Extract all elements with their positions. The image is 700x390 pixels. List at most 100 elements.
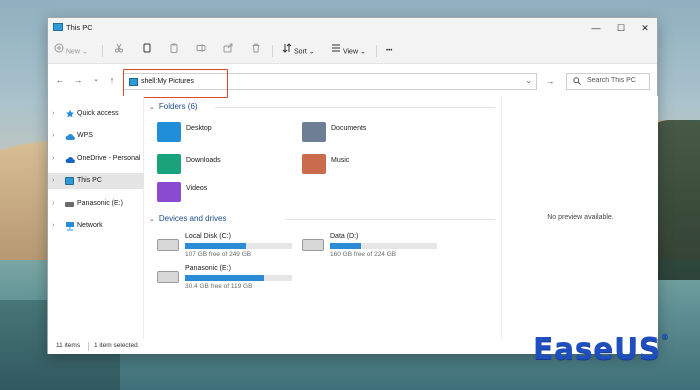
drive-free-space: 160 GB free of 224 GB bbox=[330, 251, 397, 258]
drives-section-header[interactable]: ⌄ Devices and drives bbox=[149, 214, 226, 223]
cut-button[interactable] bbox=[114, 43, 124, 59]
new-label: New bbox=[65, 48, 80, 56]
removable-drive-icon bbox=[157, 271, 179, 283]
paste-button[interactable] bbox=[169, 43, 179, 59]
sort-label: Sort bbox=[293, 48, 307, 56]
back-arrow-icon[interactable]: ← bbox=[54, 73, 66, 87]
drive-usage-bar bbox=[185, 275, 292, 281]
drives-section-title: Devices and drives bbox=[158, 214, 227, 223]
search-input[interactable] bbox=[587, 77, 647, 84]
folder-documents[interactable]: Documents bbox=[302, 122, 432, 144]
drive-usage-bar bbox=[330, 243, 437, 249]
folder-label: Music bbox=[331, 157, 350, 164]
sidebar-item-this-pc[interactable]: › This PC bbox=[48, 173, 144, 189]
drive-c[interactable]: Local Disk (C:) 107 GB free of 249 GB bbox=[157, 233, 297, 263]
sidebar-item-quick-access[interactable]: › Quick access bbox=[48, 106, 144, 122]
delete-button[interactable] bbox=[251, 43, 261, 59]
search-icon bbox=[573, 77, 581, 87]
folder-label: Desktop bbox=[186, 125, 212, 132]
highlight-annotation-box bbox=[123, 69, 228, 98]
sidebar-item-label: Panasonic (E:) bbox=[77, 200, 123, 207]
maximize-button[interactable]: ☐ bbox=[609, 20, 633, 36]
sort-button[interactable]: Sort ⌄ bbox=[282, 43, 315, 59]
new-button[interactable]: New ⌄ bbox=[54, 43, 88, 59]
more-options-button[interactable]: ••• bbox=[386, 43, 392, 59]
item-count: 11 items bbox=[56, 342, 81, 349]
drive-icon bbox=[65, 202, 74, 207]
sidebar-item-label: WPS bbox=[77, 132, 93, 139]
address-row: ← → ⌄ ↑ shell:My Pictures ⌄ → bbox=[48, 65, 657, 98]
sidebar-item-label: OneDrive - Personal bbox=[77, 155, 141, 162]
drive-label: Local Disk (C:) bbox=[185, 233, 231, 240]
go-arrow-icon[interactable]: → bbox=[543, 73, 557, 90]
share-button[interactable] bbox=[223, 43, 233, 59]
section-divider bbox=[285, 219, 495, 220]
section-divider bbox=[215, 107, 495, 108]
drive-free-space: 107 GB free of 249 GB bbox=[185, 251, 252, 258]
drive-d[interactable]: Data (D:) 160 GB free of 224 GB bbox=[302, 233, 442, 263]
preview-pane: No preview available. bbox=[501, 96, 658, 339]
address-history-chevron-icon[interactable]: ⌄ bbox=[525, 76, 532, 85]
drive-e[interactable]: Panasonic (E:) 30.4 GB free of 119 GB bbox=[157, 265, 297, 295]
close-button[interactable]: ✕ bbox=[633, 20, 657, 36]
folder-music[interactable]: Music bbox=[302, 154, 432, 176]
window-title: This PC bbox=[66, 23, 93, 32]
rename-icon bbox=[196, 43, 206, 60]
command-bar: New ⌄ Sort ⌄ View ⌄ ••• bbox=[48, 38, 657, 64]
folder-label: Downloads bbox=[186, 157, 221, 164]
cloud-icon bbox=[65, 132, 75, 141]
folders-section-title: Folders (6) bbox=[158, 102, 198, 111]
sidebar-item-onedrive[interactable]: › OneDrive - Personal bbox=[48, 151, 144, 167]
new-plus-icon bbox=[54, 43, 64, 60]
view-button[interactable]: View ⌄ bbox=[331, 43, 366, 59]
chevron-down-icon[interactable]: ⌄ bbox=[149, 104, 155, 111]
sidebar-item-label: This PC bbox=[77, 177, 102, 184]
registered-mark: ® bbox=[660, 332, 670, 341]
chevron-down-icon: ⌄ bbox=[359, 48, 366, 56]
desktop-folder-icon bbox=[157, 122, 181, 142]
toolbar-divider bbox=[272, 45, 273, 57]
logo-text: EaseUS bbox=[533, 332, 661, 367]
minimize-button[interactable]: — bbox=[584, 20, 608, 36]
chevron-right-icon[interactable]: › bbox=[52, 106, 54, 122]
folder-label: Videos bbox=[186, 185, 208, 192]
drive-usage-fill bbox=[185, 275, 265, 281]
recent-locations-chevron-icon[interactable]: ⌄ bbox=[90, 73, 102, 87]
toolbar-divider bbox=[102, 45, 103, 57]
folder-downloads[interactable]: Downloads bbox=[157, 154, 287, 176]
chevron-right-icon[interactable]: › bbox=[52, 173, 54, 189]
selection-count: 1 item selected bbox=[94, 342, 138, 349]
network-icon bbox=[65, 221, 74, 231]
sidebar-item-network[interactable]: › Network bbox=[48, 218, 144, 234]
up-arrow-icon[interactable]: ↑ bbox=[106, 73, 118, 87]
chevron-right-icon[interactable]: › bbox=[52, 151, 54, 167]
trash-icon bbox=[251, 43, 261, 60]
drive-usage-fill bbox=[185, 243, 246, 249]
chevron-down-icon[interactable]: ⌄ bbox=[149, 216, 155, 223]
sidebar-item-label: Quick access bbox=[77, 110, 119, 117]
folder-desktop[interactable]: Desktop bbox=[157, 122, 287, 144]
chevron-right-icon[interactable]: › bbox=[52, 128, 54, 144]
chevron-right-icon[interactable]: › bbox=[52, 196, 54, 212]
this-pc-icon bbox=[53, 23, 63, 31]
copy-button[interactable] bbox=[142, 43, 152, 59]
documents-folder-icon bbox=[302, 122, 326, 142]
toolbar-divider bbox=[376, 45, 377, 57]
view-icon bbox=[331, 43, 341, 60]
sidebar-item-panasonic[interactable]: › Panasonic (E:) bbox=[48, 196, 144, 212]
folder-videos[interactable]: Videos bbox=[157, 182, 287, 204]
search-box[interactable] bbox=[566, 73, 650, 90]
view-label: View bbox=[342, 48, 358, 56]
sidebar-item-label: Network bbox=[77, 222, 103, 229]
sidebar-item-wps[interactable]: › WPS bbox=[48, 128, 144, 144]
title-bar[interactable]: This PC — ☐ ✕ bbox=[48, 18, 657, 38]
chevron-down-icon: ⌄ bbox=[81, 48, 88, 56]
chevron-right-icon[interactable]: › bbox=[52, 218, 54, 234]
folder-label: Documents bbox=[331, 125, 367, 132]
downloads-folder-icon bbox=[157, 154, 181, 174]
forward-arrow-icon[interactable]: → bbox=[72, 73, 84, 87]
rename-button[interactable] bbox=[196, 43, 206, 59]
file-explorer-window: This PC — ☐ ✕ New ⌄ Sort ⌄ View ⌄ ••• ← … bbox=[47, 17, 658, 354]
folders-section-header[interactable]: ⌄ Folders (6) bbox=[149, 102, 198, 111]
drive-label: Panasonic (E:) bbox=[185, 265, 231, 272]
